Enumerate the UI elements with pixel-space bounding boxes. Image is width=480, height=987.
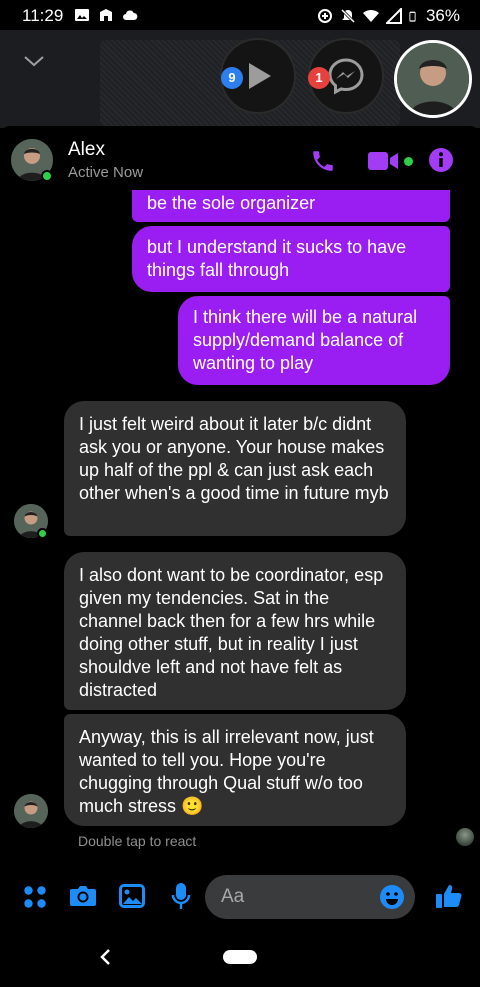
notification-icons [74,7,138,23]
cell-signal-icon [385,8,402,24]
alex-photo [397,43,469,115]
home-pill[interactable] [223,950,257,964]
alex-photo [14,794,48,828]
thumbs-up-icon[interactable] [435,882,463,910]
online-indicator [37,528,48,539]
video-unread-badge: 9 [221,67,243,89]
camera-icon[interactable] [69,884,97,908]
info-icon[interactable] [428,147,454,173]
image-notification-icon [75,9,89,21]
message-composer [0,870,480,926]
status-right: 36% [317,6,460,26]
status-bar: 11:29 36% [0,0,480,30]
play-icon [249,63,271,89]
mute-icon [340,8,356,24]
system-nav-bar [0,926,480,987]
contact-name[interactable]: Alex [68,139,105,161]
gallery-icon[interactable] [119,884,145,908]
app-notification-icon [100,9,112,21]
cloud-icon [123,10,138,20]
back-icon[interactable] [98,947,114,967]
conversation-header: Alex Active Now [0,126,480,194]
chevron-down-icon[interactable] [22,54,46,68]
message-input-field[interactable] [205,875,415,919]
microphone-icon[interactable] [171,882,191,910]
data-saver-icon [317,9,332,23]
status-time: 11:29 [22,6,64,25]
phone-call-icon[interactable] [310,148,336,174]
seen-receipt-avatar [456,828,474,846]
emoji-icon[interactable] [379,884,405,910]
message-input[interactable] [221,875,371,919]
chat-heads-area: 9 1 [0,30,480,128]
contact-status: Active Now [68,164,144,181]
message-bubble-incoming[interactable]: Anyway, this is all irrelevant now, just… [64,714,406,826]
wifi-icon [362,9,379,22]
conversation-panel: Alex Active Now be the sole organizer bu… [0,126,480,926]
video-call-icon[interactable] [368,150,400,172]
online-indicator [41,170,53,182]
messenger-icon [328,58,364,95]
messenger-unread-badge: 1 [308,67,330,89]
message-bubble-incoming[interactable]: I just felt weird about it later b/c did… [64,401,406,536]
video-active-indicator [404,157,413,166]
message-bubble-outgoing[interactable]: I think there will be a natural supply/d… [178,296,450,385]
double-tap-hint: Double tap to react [78,833,197,849]
apps-grid-icon[interactable] [22,884,48,910]
message-bubble-incoming[interactable]: I also dont want to be coordinator, esp … [64,552,406,710]
alex-chat-head-avatar[interactable] [394,40,472,118]
message-bubble-outgoing[interactable]: be the sole organizer [132,190,450,222]
battery-icon [409,11,416,22]
message-bubble-outgoing[interactable]: but I understand it sucks to have things… [132,226,450,292]
battery-level: 36% [425,6,460,25]
sender-avatar[interactable] [14,794,48,828]
